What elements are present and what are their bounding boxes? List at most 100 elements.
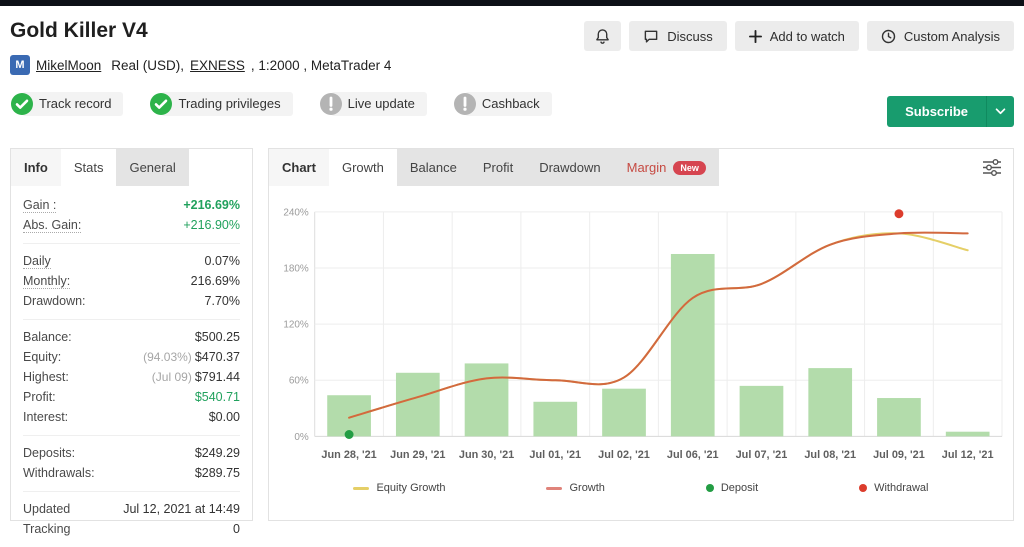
stat-value-text: $289.75	[195, 466, 240, 480]
gain-bar	[946, 432, 990, 437]
stat-value: +216.69%	[183, 198, 240, 212]
stat-value-text: 7.70%	[205, 294, 240, 308]
x-axis-tick-label: Jun 30, '21	[459, 449, 514, 461]
stat-value-text: $470.37	[195, 350, 240, 364]
gain-bar	[465, 363, 509, 436]
notifications-bell-button[interactable]	[584, 21, 621, 51]
stat-row-abs-gain: Abs. Gain:+216.90%	[23, 215, 240, 235]
x-axis-tick-label: Jun 28, '21	[321, 449, 376, 461]
chart-tabbar: ChartGrowthBalance Profit DrawdownMarginNe…	[269, 149, 1013, 186]
y-axis-tick-label: 180%	[283, 263, 309, 274]
gain-bar	[602, 389, 646, 437]
legend-line-swatch	[546, 487, 562, 490]
stat-value-prefix: (Jul 09)	[152, 370, 192, 384]
discuss-button[interactable]: Discuss	[629, 21, 727, 51]
y-axis-tick-label: 0%	[294, 432, 309, 443]
tab-general[interactable]: General	[116, 149, 188, 186]
account-username-link[interactable]: MikelMoon	[36, 58, 101, 73]
badge-track-record[interactable]: Track record	[10, 91, 123, 117]
stat-value-text: 0	[233, 522, 240, 536]
stat-value-text: 216.69%	[191, 274, 240, 288]
legend-line-swatch	[353, 487, 369, 490]
account-info-row: M MikelMoon Real (USD), EXNESS , 1:2000 …	[10, 54, 1014, 76]
stat-label[interactable]: Daily	[23, 254, 51, 269]
legend-item-equity-growth[interactable]: Equity Growth	[353, 482, 445, 494]
tab-chart[interactable]: Chart	[269, 149, 329, 186]
stat-value: $249.29	[195, 446, 240, 460]
stats-tabbar: Info Stats General	[11, 149, 252, 186]
stat-value: $500.25	[195, 330, 240, 344]
stat-label: Updated	[23, 502, 70, 516]
y-axis-tick-label: 120%	[283, 320, 309, 331]
stat-group: Deposits:$249.29Withdrawals:$289.75	[23, 436, 240, 492]
x-axis-tick-label: Jul 02, '21	[598, 449, 650, 461]
chart-panel: ChartGrowthBalanceProfitDrawdownMarginNe…	[268, 148, 1014, 521]
x-axis-tick-label: Jul 07, '21	[736, 449, 788, 461]
legend-dot-swatch	[706, 484, 714, 492]
y-axis-tick-label: 240%	[283, 207, 309, 218]
gain-bar	[533, 402, 577, 437]
stat-value: 216.69%	[191, 274, 240, 288]
badge-live-update[interactable]: Live update	[319, 91, 427, 117]
broker-link[interactable]: EXNESS	[190, 58, 245, 73]
legend-item-withdrawal[interactable]: Withdrawal	[859, 482, 928, 494]
stat-label[interactable]: Gain :	[23, 198, 56, 213]
tab-label: Info	[24, 160, 48, 175]
exclamation-circle-icon	[453, 92, 477, 116]
tab-profit[interactable]: Profit	[470, 149, 526, 186]
stat-row-deposits: Deposits: $249.29	[23, 443, 240, 463]
withdrawal-marker	[894, 209, 903, 218]
subscribe-button[interactable]: Subscribe	[887, 96, 986, 127]
deposit-marker	[345, 430, 354, 439]
stat-label: Highest:	[23, 370, 69, 384]
stat-row-daily: Daily0.07%	[23, 251, 240, 271]
tab-info[interactable]: Info	[11, 149, 61, 186]
stat-row-tracking: Tracking 0	[23, 519, 240, 539]
stat-value: (Jul 09)$791.44	[152, 370, 240, 384]
legend-label: Growth	[569, 482, 604, 494]
stats-table: Gain : +216.69% Abs. Gain:+216.90% Daily0.0…	[11, 186, 252, 547]
bell-icon	[595, 28, 610, 45]
stat-value-text: $791.44	[195, 370, 240, 384]
tab-stats[interactable]: Stats	[61, 149, 117, 186]
account-type-text: Real (USD),	[111, 58, 184, 73]
badge-label: Cashback	[465, 92, 552, 116]
stat-label: Deposits:	[23, 446, 75, 460]
tab-label: Profit	[483, 160, 513, 175]
add-to-watch-label: Add to watch	[770, 29, 845, 44]
stat-label[interactable]: Abs. Gain:	[23, 218, 81, 233]
stat-label: Tracking	[23, 522, 70, 536]
stat-label: Drawdown:	[23, 294, 86, 308]
stat-row-highest: Highest: (Jul 09)$791.44	[23, 367, 240, 387]
tab-balance[interactable]: Balance	[397, 149, 470, 186]
stat-value-text: Jul 12, 2021 at 14:49	[123, 502, 240, 516]
gain-bar	[877, 398, 921, 436]
legend-label: Withdrawal	[874, 482, 928, 494]
stat-value: Jul 12, 2021 at 14:49	[123, 502, 240, 516]
badge-cashback[interactable]: Cashback	[453, 91, 552, 117]
account-header: Gold Killer V4 Discuss	[0, 6, 1024, 117]
discuss-label: Discuss	[667, 29, 713, 44]
legend-item-growth[interactable]: Growth	[546, 482, 604, 494]
subscribe-button-group: Subscribe	[887, 96, 1014, 127]
tab-label: General	[129, 160, 175, 175]
tab-margin[interactable]: MarginNew	[614, 149, 719, 186]
tab-label: Stats	[74, 160, 104, 175]
exclamation-circle-icon	[319, 92, 343, 116]
subscribe-dropdown-button[interactable]	[986, 96, 1014, 127]
add-to-watch-button[interactable]: Add to watch	[735, 21, 859, 51]
legend-item-deposit[interactable]: Deposit	[706, 482, 758, 494]
stat-label[interactable]: Monthly:	[23, 274, 70, 289]
chevron-down-icon	[995, 108, 1006, 115]
stat-value: $540.71	[195, 390, 240, 404]
stat-row-interest: Interest:$0.00	[23, 407, 240, 427]
main-content: Info Stats General Gain : +216.69% Abs. Gain…	[10, 148, 1014, 521]
clock-icon	[881, 29, 896, 44]
stat-row-updated: Updated Jul 12, 2021 at 14:49	[23, 499, 240, 519]
chart-settings-icon[interactable]	[982, 159, 1002, 176]
tab-growth[interactable]: Growth	[329, 149, 397, 186]
badge-trading-privileges[interactable]: Trading privileges	[149, 91, 292, 117]
tab-drawdown[interactable]: Drawdown	[526, 149, 613, 186]
badge-label: Trading privileges	[161, 92, 292, 116]
custom-analysis-button[interactable]: Custom Analysis	[867, 21, 1014, 51]
